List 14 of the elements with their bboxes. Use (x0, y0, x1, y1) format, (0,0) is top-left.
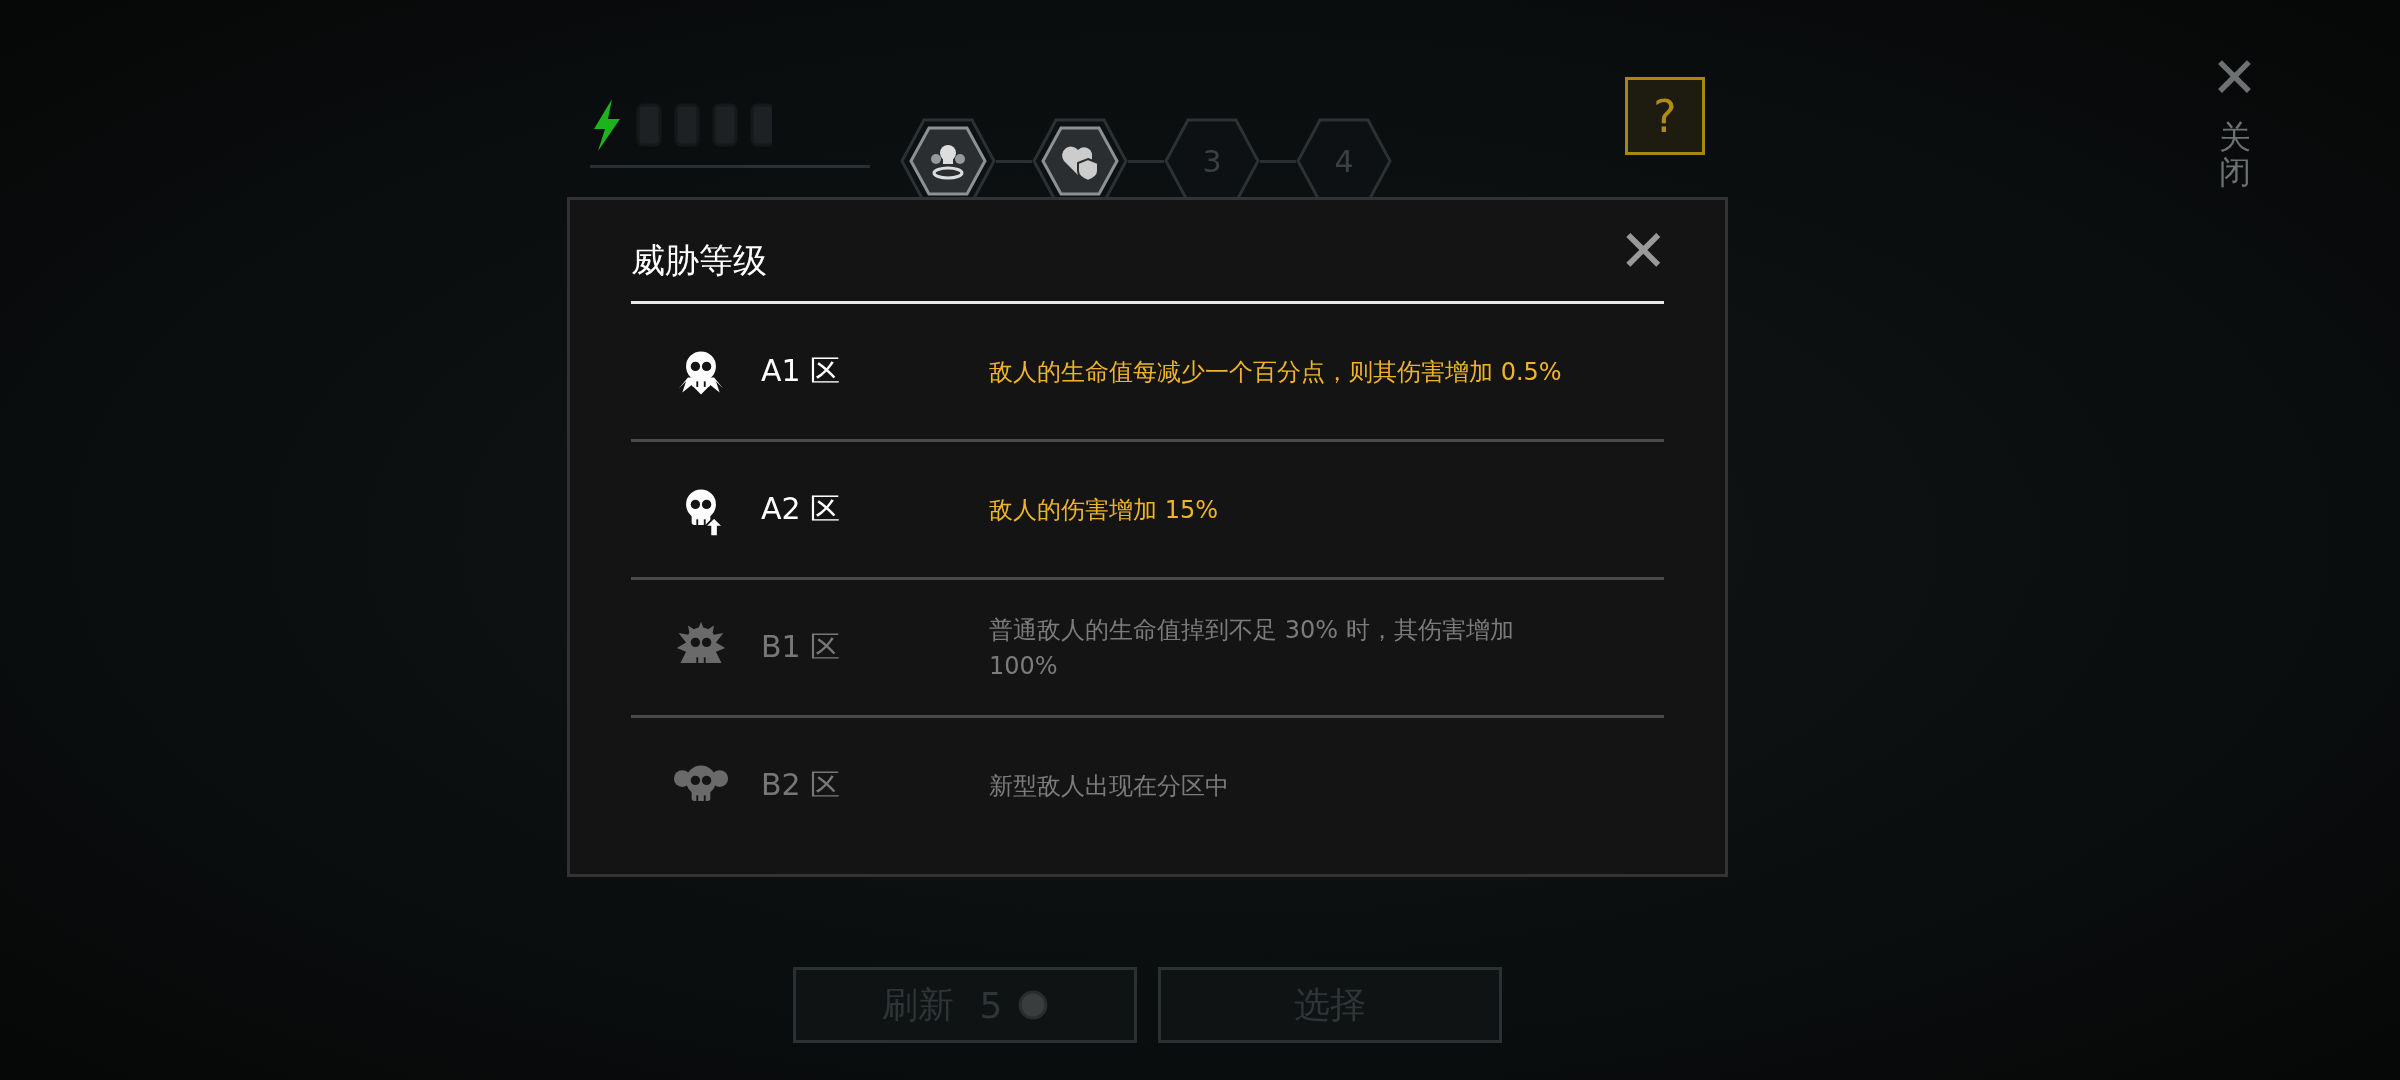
close-label[interactable]: 关闭 (2218, 120, 2251, 191)
zone-description: 敌人的伤害增加 15% (989, 494, 1219, 526)
zone-description: 敌人的生命值每减少一个百分点，则其伤害增加 0.5% (989, 356, 1563, 388)
dialog-title: 威胁等级 (631, 238, 767, 282)
zone-description: 普通敌人的生命值掉到不足 30% 时，其伤害增加 100% (989, 614, 1515, 682)
zone-label: A1 区 (761, 352, 842, 390)
zone-description: 新型敌人出现在分区中 (989, 770, 1230, 802)
close-button[interactable]: ✕ (2211, 50, 2258, 106)
coin-icon (1018, 990, 1049, 1020)
zone-label: A2 区 (761, 490, 842, 528)
close-button[interactable]: ✕ (1619, 221, 1668, 280)
help-button[interactable]: ? (1625, 77, 1705, 155)
zone-label: B2 区 (761, 766, 842, 804)
zone-label: B1 区 (761, 628, 842, 666)
